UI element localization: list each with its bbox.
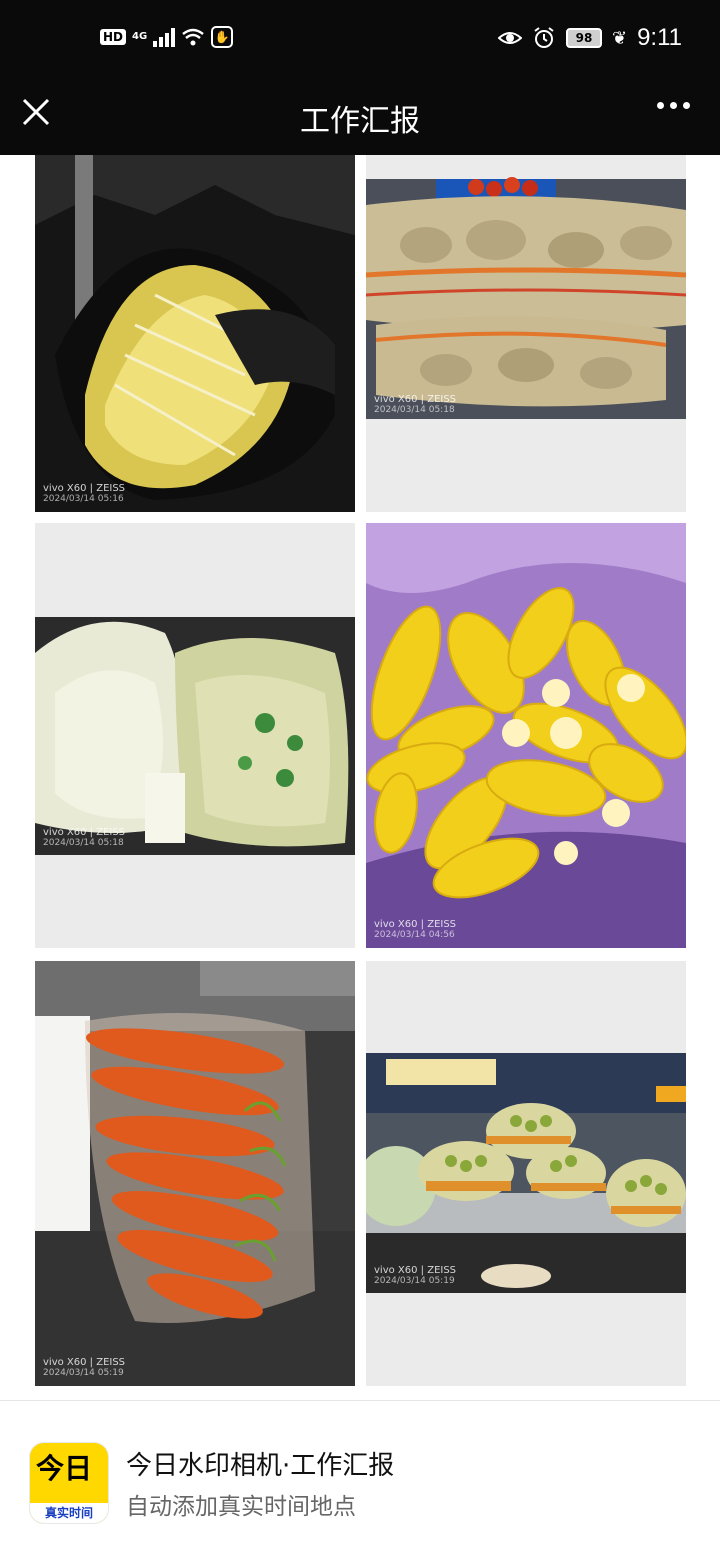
- app-subtitle: 自动添加真实时间地点: [126, 1494, 356, 1520]
- carrots-image: [35, 961, 355, 1386]
- signal-icon: [153, 27, 176, 47]
- status-bar: HD 4G ✋ 98 ❦ 9:11: [0, 0, 720, 80]
- alarm-icon: [534, 27, 554, 48]
- photo-brussels-sprouts[interactable]: vivo X60 | ZEISS 2024/03/14 05:19: [366, 961, 686, 1386]
- bean-sprouts-image: [35, 155, 355, 512]
- clock: 9:11: [637, 24, 682, 51]
- photo-watermark: vivo X60 | ZEISS 2024/03/14 04:56: [374, 919, 457, 940]
- network-type: 4G: [132, 31, 148, 42]
- more-options-icon[interactable]: [657, 102, 690, 109]
- photo-potatoes[interactable]: vivo X60 | ZEISS 2024/03/14 05:18: [366, 155, 686, 512]
- corn-image: [366, 523, 686, 948]
- app-logo-icon[interactable]: 今日 真实时间: [30, 1443, 108, 1523]
- photo-watermark: vivo X60 | ZEISS 2024/03/14 05:19: [374, 1265, 457, 1286]
- napa-cabbage-image: [35, 523, 355, 948]
- photo-watermark: vivo X60 | ZEISS 2024/03/14 05:18: [43, 827, 126, 848]
- photo-watermark: vivo X60 | ZEISS 2024/03/14 05:16: [43, 483, 126, 504]
- photo-carrots[interactable]: vivo X60 | ZEISS 2024/03/14 05:19: [35, 961, 355, 1386]
- photo-bean-sprouts[interactable]: vivo X60 | ZEISS 2024/03/14 05:16: [35, 155, 355, 512]
- photo-watermark: vivo X60 | ZEISS 2024/03/14 05:19: [43, 1357, 126, 1378]
- photo-watermark: vivo X60 | ZEISS 2024/03/14 05:18: [374, 394, 457, 415]
- wifi-icon: [182, 28, 204, 46]
- hand-icon: ✋: [211, 26, 234, 48]
- app-promo-footer[interactable]: 今日 真实时间 今日水印相机·工作汇报 自动添加真实时间地点: [0, 1400, 720, 1560]
- app-name[interactable]: 今日水印相机·工作汇报: [126, 1445, 394, 1482]
- title-bar: 工作汇报: [0, 80, 720, 155]
- photo-corn[interactable]: vivo X60 | ZEISS 2024/03/14 04:56: [366, 523, 686, 948]
- battery-icon: 98: [565, 28, 602, 48]
- photo-napa-cabbage[interactable]: vivo X60 | ZEISS 2024/03/14 05:18: [35, 523, 355, 948]
- brussels-sprouts-image: [366, 961, 686, 1386]
- hd-badge: HD: [100, 29, 127, 45]
- leaf-icon: ❦: [611, 27, 628, 49]
- page-title: 工作汇报: [300, 104, 420, 139]
- potatoes-image: [366, 155, 686, 512]
- eye-icon: [497, 32, 522, 44]
- photo-grid: vivo X60 | ZEISS 2024/03/14 05:16 vivo X6…: [0, 155, 720, 1400]
